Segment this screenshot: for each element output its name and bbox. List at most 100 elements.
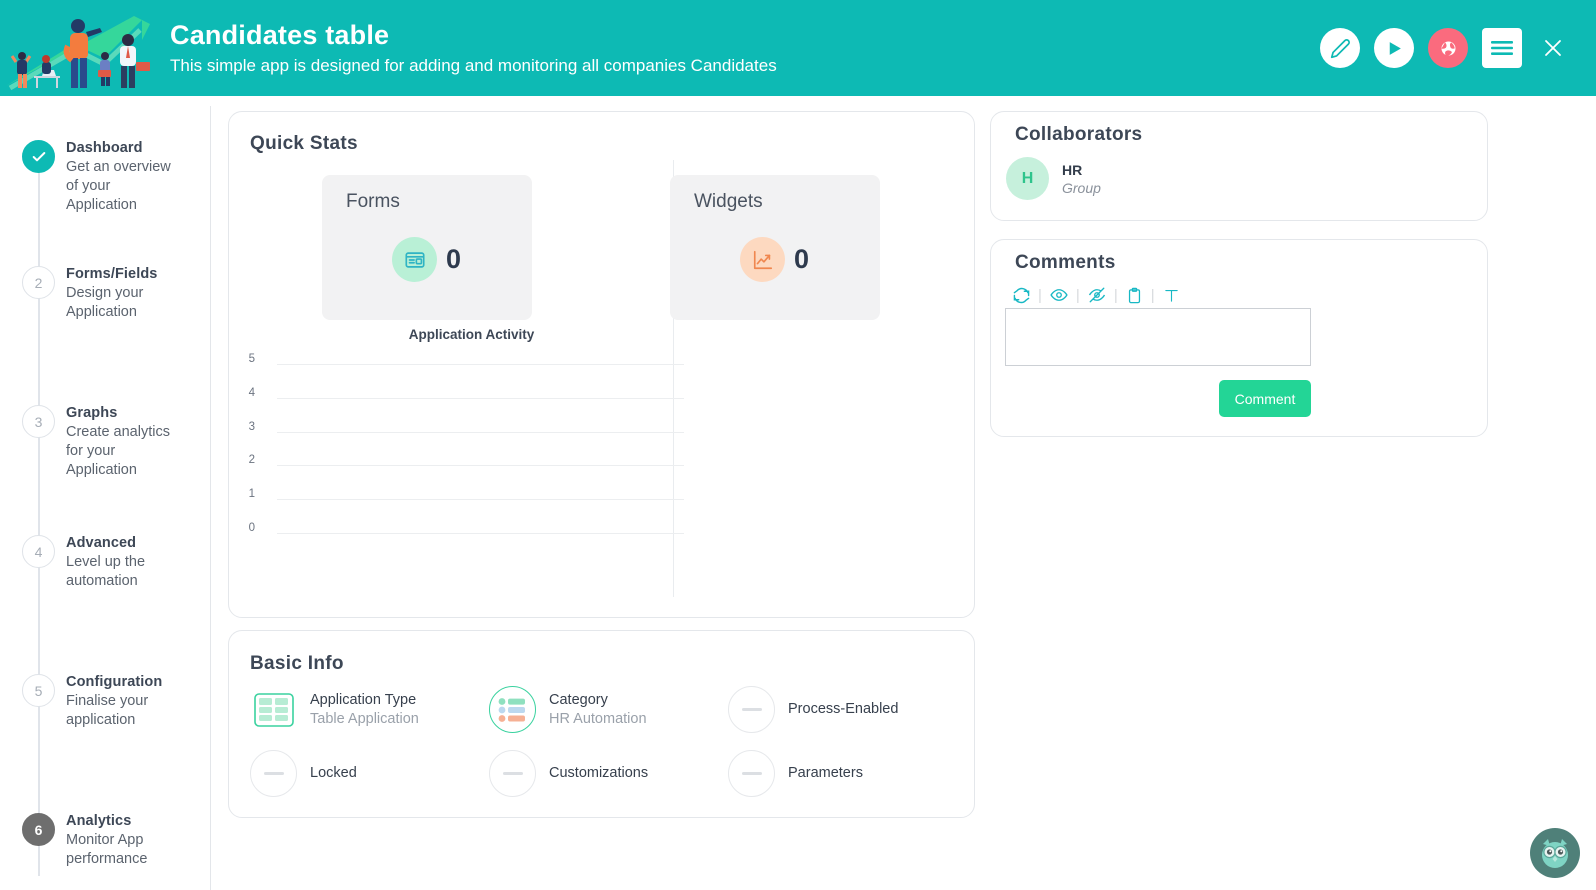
stat-card-forms[interactable]: Forms 0 (322, 175, 532, 320)
gridline (277, 432, 684, 433)
dash-icon (728, 686, 775, 733)
y-tick: 2 (248, 453, 255, 466)
chart-line-icon (740, 237, 785, 282)
collaborator-list-item[interactable]: H HR Group (1006, 157, 1101, 200)
basic-info-value: HR Automation (549, 710, 647, 727)
step-description: Finalise your application (66, 693, 149, 728)
step-badge-4: 4 (22, 535, 55, 568)
step-title: Forms/Fields (66, 266, 158, 282)
y-tick: 5 (248, 352, 255, 365)
collaborators-title: Collaborators (1015, 124, 1143, 145)
sidebar-item-advanced[interactable]: 4 Advanced Level up the automation (22, 533, 210, 591)
basic-info-item-category: Category HR Automation (489, 686, 728, 733)
basic-info-grid: Application Type Table Application Categ… (250, 686, 960, 797)
sidebar-item-configuration[interactable]: 5 Configuration Finalise your applicatio… (22, 672, 210, 730)
comments-toolbar: | | | | (1013, 286, 1180, 304)
step-description: Create analytics for your Application (66, 424, 170, 478)
step-description: Level up the automation (66, 554, 146, 589)
basic-info-item-process-enabled: Process-Enabled (728, 686, 960, 733)
step-description: Design your Application (66, 285, 144, 320)
stat-label: Forms (346, 191, 400, 212)
basic-info-item-customizations: Customizations (489, 750, 728, 797)
category-list-icon (489, 686, 536, 733)
step-badge-6: 6 (22, 813, 55, 846)
application-activity-chart: Application Activity 5 4 3 2 1 0 (249, 327, 694, 562)
avatar: H (1006, 157, 1049, 200)
y-tick: 1 (248, 487, 255, 500)
basic-info-item-parameters: Parameters (728, 750, 960, 797)
step-title: Graphs (66, 405, 118, 421)
step-title: Analytics (66, 813, 132, 829)
header-illustration (0, 0, 162, 96)
eye-icon[interactable] (1050, 286, 1068, 304)
owl-assistant-icon[interactable] (1530, 828, 1580, 878)
wizard-step-list: Dashboard Get an overview of your Applic… (0, 138, 210, 876)
step-description: Get an overview of your Application (66, 159, 171, 213)
text-format-icon[interactable] (1163, 287, 1180, 304)
table-icon (250, 686, 297, 733)
app-header: Candidates table This simple app is desi… (0, 0, 1596, 96)
gridline (277, 465, 684, 466)
y-tick: 3 (248, 420, 255, 433)
stat-value: 0 (794, 244, 810, 274)
clipboard-icon[interactable] (1126, 287, 1143, 304)
step-description: Monitor App performance (66, 832, 148, 867)
stat-value: 0 (446, 244, 462, 274)
step-title: Dashboard (66, 140, 143, 156)
basic-info-label: Customizations (549, 765, 649, 781)
basic-info-label: Parameters (788, 765, 863, 781)
collaborator-name: HR (1062, 161, 1083, 178)
gridline (277, 398, 684, 399)
collaborators-panel: Collaborators H HR Group (990, 111, 1488, 221)
quick-stats-title: Quick Stats (250, 133, 358, 154)
dash-icon (250, 750, 297, 797)
main-content: Quick Stats Forms 0 Widgets 0 Applicatio… (211, 106, 1596, 890)
run-icon[interactable] (1374, 28, 1414, 68)
chart-title: Application Activity (408, 327, 535, 342)
step-badge-1 (22, 140, 55, 173)
menu-icon[interactable] (1482, 28, 1522, 68)
step-badge-2: 2 (22, 266, 55, 299)
gridline (277, 364, 684, 365)
comments-panel: Comments | | | | Comment (990, 239, 1488, 437)
basic-info-item-locked: Locked (250, 750, 489, 797)
page-title: Candidates table (170, 19, 390, 50)
basic-info-panel: Basic Info Application Type Table Applic… (228, 630, 975, 818)
basic-info-label: Process-Enabled (788, 701, 899, 717)
sidebar-item-analytics[interactable]: 6 Analytics Monitor App performance (22, 811, 210, 869)
edit-icon[interactable] (1320, 28, 1360, 68)
gridline (277, 533, 684, 534)
chart-plot-area: 5 4 3 2 1 0 (248, 353, 694, 544)
dash-icon (728, 750, 775, 797)
dash-icon (489, 750, 536, 797)
publish-icon[interactable] (1428, 28, 1468, 68)
comment-submit-button[interactable]: Comment (1219, 380, 1311, 417)
basic-info-title: Basic Info (250, 653, 344, 674)
forms-icon (392, 237, 437, 282)
gridline (277, 499, 684, 500)
eye-off-icon[interactable] (1088, 286, 1106, 304)
page-subtitle: This simple app is designed for adding a… (170, 55, 777, 75)
header-text-block: Candidates table This simple app is desi… (170, 19, 1320, 78)
quick-stats-panel: Quick Stats Forms 0 Widgets 0 Applicatio… (228, 111, 975, 618)
comment-input[interactable] (1005, 308, 1311, 366)
step-title: Configuration (66, 674, 163, 690)
toolbar-separator: | (1113, 286, 1118, 304)
refresh-icon[interactable] (1013, 287, 1030, 304)
sidebar-item-forms-fields[interactable]: 2 Forms/Fields Design your Application (22, 264, 210, 322)
comments-title: Comments (1015, 252, 1116, 273)
collaborator-role: Group (1062, 179, 1101, 196)
sidebar-item-dashboard[interactable]: Dashboard Get an overview of your Applic… (22, 138, 210, 215)
sidebar-item-graphs[interactable]: 3 Graphs Create analytics for your Appli… (22, 403, 210, 480)
step-badge-3: 3 (22, 405, 55, 438)
wizard-sidebar: Dashboard Get an overview of your Applic… (0, 106, 211, 890)
basic-info-label: Application Type (310, 691, 417, 708)
y-tick: 4 (248, 386, 255, 399)
basic-info-item-application-type: Application Type Table Application (250, 686, 489, 733)
close-icon[interactable] (1536, 31, 1570, 65)
y-tick: 0 (248, 521, 255, 534)
stat-label: Widgets (694, 191, 763, 212)
step-title: Advanced (66, 535, 137, 551)
stat-card-widgets[interactable]: Widgets 0 (670, 175, 880, 320)
header-action-bar (1320, 28, 1570, 68)
